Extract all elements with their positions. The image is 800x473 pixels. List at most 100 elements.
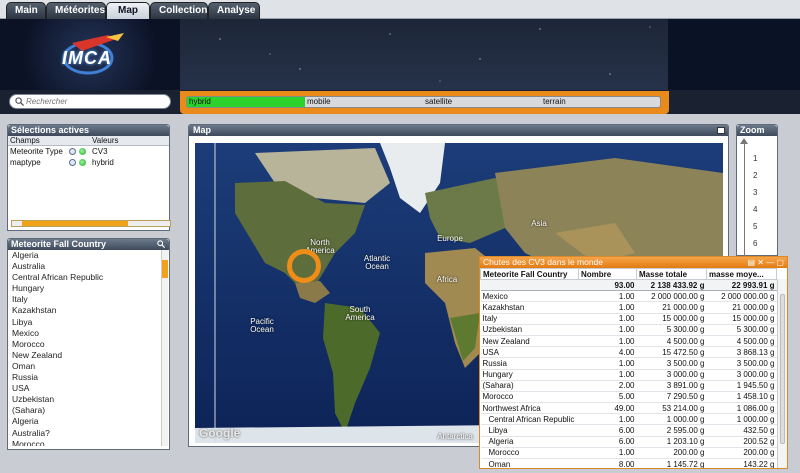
cell-country: Italy <box>480 313 579 325</box>
total-mass: 2 138 433.92 g <box>636 279 707 292</box>
tab-analyse[interactable]: Analyse <box>208 2 260 19</box>
list-item[interactable]: Australia <box>9 261 162 272</box>
col-valeurs: Valeurs <box>92 136 119 145</box>
tab-bar: Main Météorites Map Collection Analyse <box>0 0 800 19</box>
country-list-panel: Meteorite Fall Country Algeria Australia C… <box>7 238 170 450</box>
cell-count: 1.00 <box>578 335 637 348</box>
cell-count: 1.00 <box>578 357 637 370</box>
header-avg-mass[interactable]: masse moye... <box>706 268 777 280</box>
maptype-terrain[interactable]: terrain <box>541 97 659 107</box>
table-row[interactable]: Morocco 1.00 200.00 g 200.00 g <box>480 447 777 460</box>
tab-map[interactable]: Map <box>106 2 150 19</box>
horizontal-scrollbar[interactable] <box>11 220 171 227</box>
cell-count: 6.00 <box>578 424 637 437</box>
scrollbar-thumb[interactable] <box>780 294 785 444</box>
zoom-tick[interactable]: 5 <box>753 222 757 231</box>
list-item[interactable]: Oman <box>9 361 162 372</box>
table-row[interactable]: Northwest Africa 49.00 53 214.00 g1 086.00… <box>480 402 777 415</box>
search-field-icon[interactable] <box>69 159 76 166</box>
table-title: Chutes des CV3 dans le monde <box>480 257 787 268</box>
list-item[interactable]: Libya <box>9 317 162 328</box>
cell-avg: 200.52 g <box>706 436 777 448</box>
cell-avg: 21 000.00 g <box>706 301 777 314</box>
vertical-scrollbar[interactable] <box>161 250 168 446</box>
cell-count: 1.00 <box>578 369 637 381</box>
selection-value: CV3 <box>92 147 108 156</box>
tab-collection[interactable]: Collection <box>150 2 208 19</box>
list-item[interactable]: Central African Republic <box>9 272 162 283</box>
list-item[interactable]: USA <box>9 383 162 394</box>
table-row[interactable]: Morocco 5.00 7 290.50 g1 458.10 g <box>480 391 777 404</box>
selection-row[interactable]: Meteorite Type CV3 <box>8 146 169 157</box>
list-item[interactable]: Algeria <box>9 250 162 261</box>
list-item[interactable]: Algeria <box>9 416 162 427</box>
cell-count: 1.00 <box>578 290 637 303</box>
meteorite-marker[interactable] <box>287 249 321 283</box>
status-green-icon <box>79 159 86 166</box>
list-item[interactable]: Mexico <box>9 328 162 339</box>
cell-avg: 3 000.00 g <box>706 369 777 381</box>
zoom-tick[interactable]: 4 <box>753 205 757 214</box>
list-item[interactable]: Uzbekistan <box>9 394 162 405</box>
table-row[interactable]: New Zealand 1.00 4 500.00 g4 500.00 g <box>480 335 777 348</box>
list-item[interactable]: New Zealand <box>9 350 162 361</box>
scrollbar-thumb[interactable] <box>162 260 168 278</box>
table-row[interactable]: (Sahara) 2.00 3 891.00 g1 945.50 g <box>480 380 777 392</box>
cell-count: 4.00 <box>578 346 637 359</box>
search-field-icon[interactable] <box>69 148 76 155</box>
header-total-mass[interactable]: Masse totale <box>636 268 707 280</box>
list-item[interactable]: (Sahara) <box>9 405 162 416</box>
search-box[interactable] <box>9 94 171 109</box>
maptype-mobile[interactable]: mobile <box>305 97 423 107</box>
scrollbar-thumb[interactable] <box>22 221 128 226</box>
table-row[interactable]: Kazakhstan 1.00 21 000.00 g 21 000.00 g <box>480 301 777 314</box>
map-title: Map <box>189 125 728 136</box>
table-window-icons[interactable]: ▤ ✕ — ▢ <box>748 258 785 267</box>
cell-country: Kazakhstan <box>480 301 579 314</box>
header-country[interactable]: Meteorite Fall Country <box>480 268 579 280</box>
label-atlantic-ocean: Atlantic Ocean <box>363 254 391 271</box>
maptype-hybrid[interactable]: hybrid <box>187 97 305 107</box>
table-row[interactable]: Russia 1.00 3 500.00 g3 500.00 g <box>480 357 777 370</box>
zoom-tick[interactable]: 2 <box>753 171 757 180</box>
table-row[interactable]: USA 4.00 15 472.50 g3 868.13 g <box>480 346 777 359</box>
list-item[interactable]: Russia <box>9 372 162 383</box>
cell-count: 49.00 <box>578 402 637 415</box>
table-row[interactable]: Libya 6.00 2 595.00 g 432.50 g <box>480 424 777 437</box>
table-row[interactable]: Hungary 1.00 3 000.00 g3 000.00 g <box>480 369 777 381</box>
cell-country: USA <box>480 346 579 359</box>
table-row[interactable]: Mexico 1.00 2 000 000.00 g2 000 000.00 g <box>480 290 777 303</box>
list-item[interactable]: Australia? <box>9 428 162 439</box>
zoom-slider[interactable] <box>744 141 745 257</box>
zoom-tick[interactable]: 3 <box>753 188 757 197</box>
zoom-tick[interactable]: 6 <box>753 239 757 248</box>
tab-main[interactable]: Main <box>6 2 46 19</box>
table-row[interactable]: Oman 8.00 1 145.72 g 143.22 g <box>480 458 777 468</box>
list-item[interactable]: Italy <box>9 294 162 305</box>
minimize-icon[interactable] <box>717 127 725 134</box>
list-item[interactable]: Morocco <box>9 439 162 446</box>
table-row[interactable]: Algeria 6.00 1 203.10 g 200.52 g <box>480 436 777 448</box>
list-item[interactable]: Kazakhstan <box>9 305 162 316</box>
selection-row[interactable]: maptype hybrid <box>8 157 169 168</box>
header-count[interactable]: Nombre <box>578 268 637 280</box>
cell-country: Central African Republic <box>480 413 579 426</box>
tab-meteorites[interactable]: Météorites <box>46 2 106 19</box>
header-banner: IMCA <box>0 19 800 90</box>
search-icon[interactable] <box>157 240 165 248</box>
col-champs: Champs <box>10 136 40 145</box>
total-count: 93.00 <box>578 279 637 292</box>
table-row[interactable]: Italy 1.00 15 000.00 g 15 000.00 g <box>480 313 777 325</box>
cell-mass: 2 000 000.00 g <box>636 290 707 303</box>
list-item[interactable]: Hungary <box>9 283 162 294</box>
list-item[interactable]: Morocco <box>9 339 162 350</box>
zoom-tick[interactable]: 1 <box>753 154 757 163</box>
cell-mass: 15 000.00 g <box>636 313 707 325</box>
table-scrollbar[interactable] <box>777 279 787 468</box>
table-row[interactable]: Central African Republic 1.00 1 000.00 g1 … <box>480 413 777 426</box>
search-input[interactable] <box>26 96 166 107</box>
table-row[interactable]: Uzbekistan 1.00 5 300.00 g5 300.00 g <box>480 324 777 336</box>
maptype-satellite[interactable]: satellite <box>423 97 541 107</box>
label-antarctica: Antarctica <box>437 432 473 441</box>
cell-mass: 3 891.00 g <box>636 380 707 392</box>
